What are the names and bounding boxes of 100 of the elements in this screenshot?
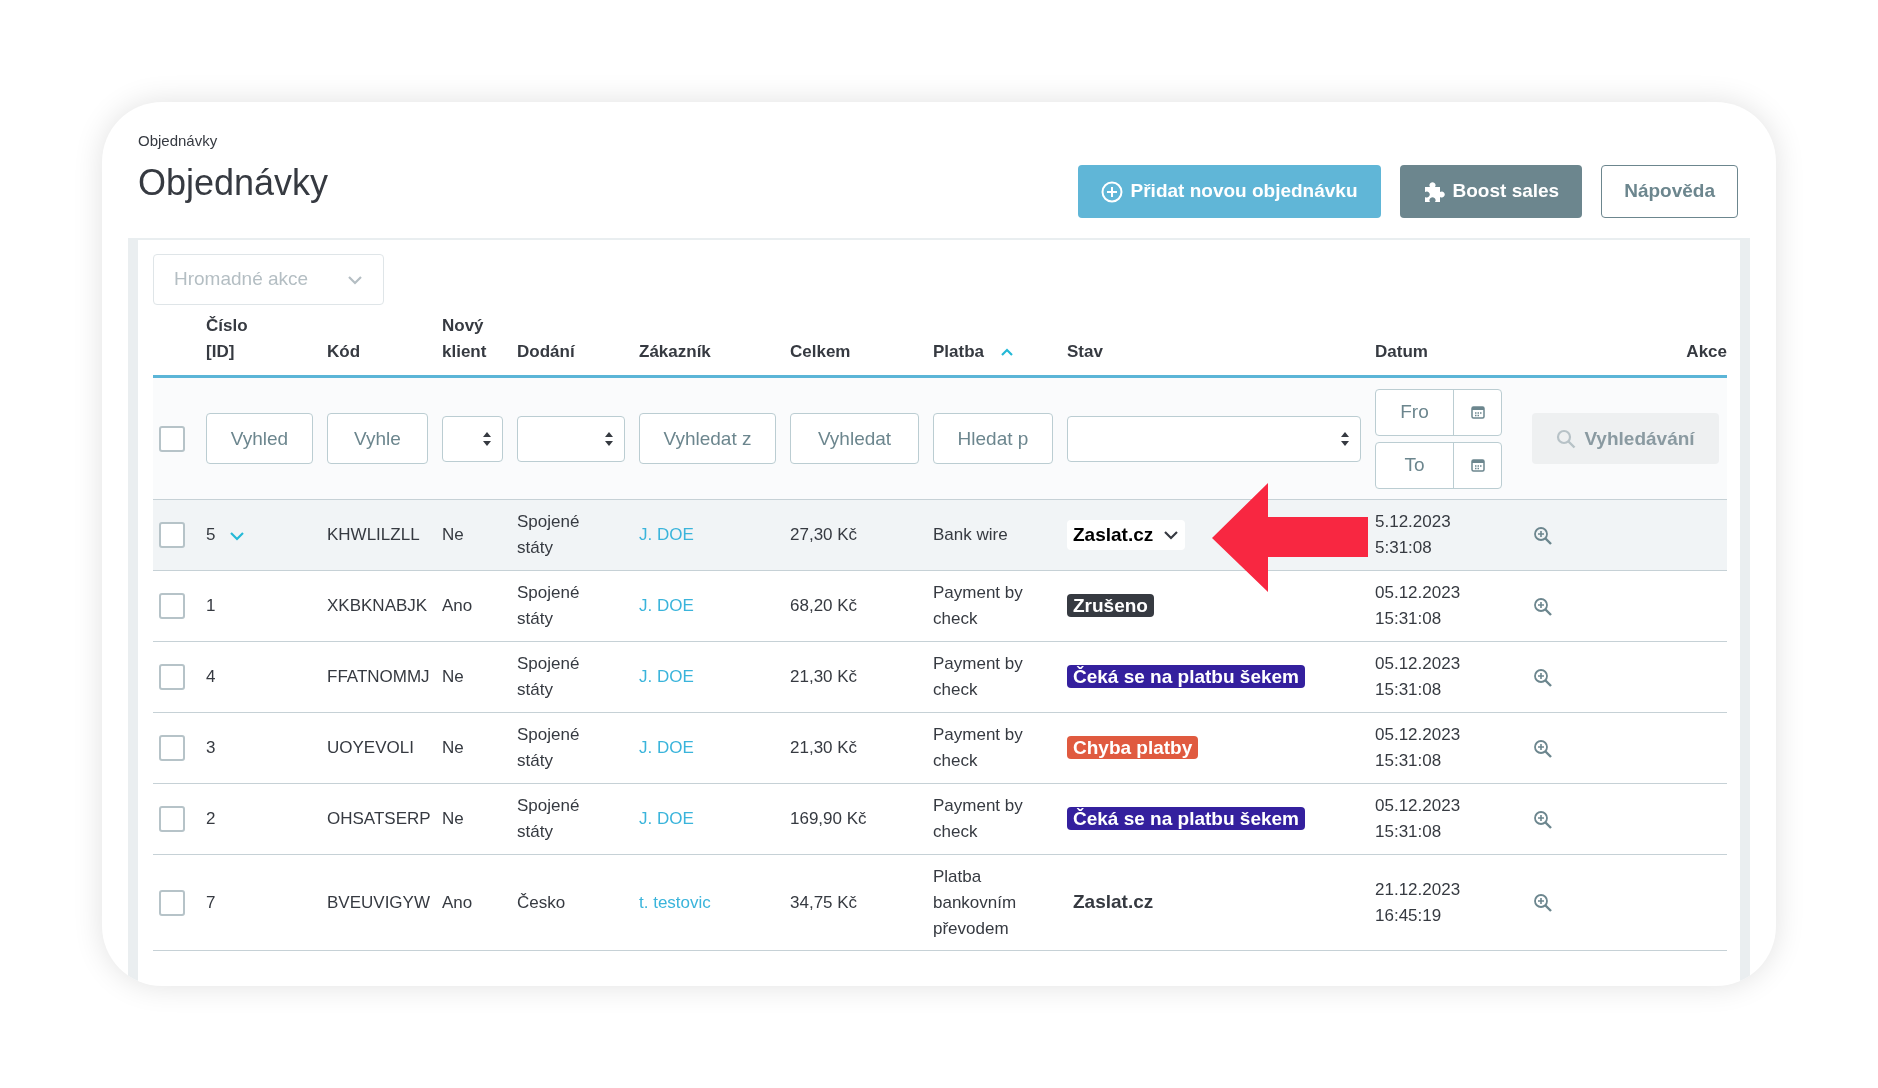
- delivery-country: Spojené státy: [517, 653, 581, 701]
- payment-method: Bank wire: [933, 524, 1009, 546]
- row-checkbox[interactable]: [159, 593, 185, 620]
- new-client-value: Ne: [442, 667, 464, 686]
- order-id: 1: [206, 596, 216, 615]
- order-time: 15:31:08: [1375, 679, 1443, 701]
- column-header: Nový klient: [442, 315, 488, 363]
- customer-link[interactable]: J. DOE: [639, 809, 694, 828]
- sort-ascending-icon[interactable]: [1000, 348, 1015, 357]
- status-badge: Čeká se na platbu šekem: [1067, 664, 1305, 688]
- select-arrows-icon: [1340, 430, 1350, 447]
- delivery-country: Spojené státy: [517, 511, 581, 559]
- payment-method: Payment by check: [933, 724, 1024, 772]
- filter-field[interactable]: Hledat p: [933, 413, 1053, 464]
- breadcrumb[interactable]: Objednávky: [138, 130, 1740, 153]
- order-total: 21,30 Kč: [790, 738, 858, 757]
- calendar-icon[interactable]: [1470, 405, 1485, 419]
- payment-method: Platba bankovním převodem: [933, 865, 1018, 940]
- delivery-country: Spojené státy: [517, 795, 581, 843]
- delivery-country: Česko: [517, 891, 567, 914]
- plus-circle-icon: [1100, 180, 1123, 203]
- filter-field[interactable]: Vyhledat: [790, 413, 919, 464]
- new-client-value: Ne: [442, 809, 464, 828]
- order-code: XKBKNABJK: [327, 595, 429, 617]
- date-field[interactable]: Fro: [1375, 388, 1502, 436]
- add-order-button[interactable]: Přidat novou objednávku: [1077, 165, 1381, 218]
- status-dropdown[interactable]: Zaslat.cz: [1067, 520, 1186, 550]
- order-code: FFATNOMMJ: [327, 666, 431, 688]
- filter-field[interactable]: Vyhle: [327, 413, 428, 464]
- column-header: Celkem: [790, 341, 851, 363]
- order-code: OHSATSERP: [327, 808, 432, 830]
- order-id: 2: [206, 809, 216, 828]
- search-icon: [1556, 428, 1577, 449]
- column-header: Zákazník: [639, 341, 711, 363]
- order-total: 34,75 Kč: [790, 892, 858, 912]
- filter-select[interactable]: [442, 415, 503, 462]
- filter-field[interactable]: Vyhledat z: [639, 413, 776, 464]
- column-header: Dodání: [517, 341, 575, 363]
- status-text: Zaslat.cz: [1072, 891, 1154, 912]
- row-checkbox[interactable]: [159, 806, 185, 833]
- order-date: 05.12.2023: [1375, 582, 1462, 604]
- status-badge: Chyba platby: [1067, 735, 1199, 759]
- status-badge: Čeká se na platbu šekem: [1067, 806, 1305, 830]
- order-id: 4: [206, 667, 216, 686]
- order-time: 5:31:08: [1375, 537, 1433, 559]
- column-header: Kód: [327, 341, 361, 363]
- zoom-in-icon[interactable]: [1533, 596, 1553, 617]
- filter-select[interactable]: [517, 415, 625, 462]
- column-header: Číslo [ID]: [206, 315, 249, 363]
- zoom-in-icon[interactable]: [1533, 525, 1553, 546]
- filter-field[interactable]: Vyhled: [206, 413, 313, 464]
- column-header[interactable]: Platba: [933, 339, 985, 365]
- order-id: 5: [206, 525, 216, 544]
- customer-link[interactable]: J. DOE: [639, 667, 694, 686]
- column-header: Akce: [1686, 341, 1727, 363]
- order-date: 21.12.2023: [1375, 878, 1462, 901]
- zoom-in-icon[interactable]: [1533, 809, 1553, 830]
- column-header: Stav: [1067, 341, 1103, 363]
- order-time: 15:31:08: [1375, 750, 1443, 772]
- customer-link[interactable]: t. testovic: [639, 892, 711, 912]
- puzzle-icon: [1422, 180, 1445, 203]
- boost-sales-button[interactable]: Boost sales: [1399, 165, 1583, 218]
- new-client-value: Ne: [442, 738, 464, 757]
- select-arrows-icon: [482, 430, 492, 447]
- chevron-down-icon: [347, 274, 363, 285]
- zoom-in-icon[interactable]: [1533, 893, 1553, 913]
- new-client-value: Ano: [442, 596, 473, 615]
- order-total: 27,30 Kč: [790, 525, 858, 544]
- date-field[interactable]: To: [1375, 441, 1502, 489]
- customer-link[interactable]: J. DOE: [639, 596, 694, 615]
- select-all-checkbox[interactable]: [159, 425, 185, 452]
- highlighted-row[interactable]: 5 KHWLILZLL Ne Spojené státy J. DOE 27,30 Kč Bank wire Zaslat.cz 5.12.2023 5:31:08: [153, 499, 1727, 571]
- payment-method: Payment by check: [933, 582, 1024, 630]
- order-code: BVEUVIGYW: [327, 891, 431, 914]
- order-code: UOYEVOLI: [327, 737, 415, 759]
- row-checkbox[interactable]: [159, 735, 185, 762]
- page-title: Objednávky: [138, 160, 329, 204]
- filter-select[interactable]: [1067, 415, 1361, 462]
- expand-chevron-icon: [229, 530, 246, 541]
- order-time: 16:45:19: [1375, 904, 1443, 927]
- order-total: 169,90 Kč: [790, 809, 867, 828]
- customer-link[interactable]: J. DOE: [639, 525, 694, 544]
- help-button[interactable]: Nápověda: [1601, 165, 1738, 218]
- order-date: 05.12.2023: [1375, 795, 1462, 817]
- column-header: Datum: [1375, 341, 1428, 363]
- order-total: 68,20 Kč: [790, 596, 858, 615]
- order-total: 21,30 Kč: [790, 667, 858, 686]
- row-checkbox[interactable]: [159, 889, 185, 916]
- payment-method: Payment by check: [933, 795, 1024, 843]
- customer-link[interactable]: J. DOE: [639, 738, 694, 757]
- new-client-value: Ano: [442, 892, 473, 912]
- order-time: 15:31:08: [1375, 821, 1443, 843]
- row-checkbox[interactable]: [159, 522, 185, 549]
- status-badge: Zrušeno: [1067, 593, 1154, 617]
- row-checkbox[interactable]: [159, 664, 185, 691]
- zoom-in-icon[interactable]: [1533, 667, 1553, 688]
- calendar-icon[interactable]: [1470, 458, 1485, 472]
- zoom-in-icon[interactable]: [1533, 738, 1553, 759]
- order-id: 7: [206, 892, 216, 912]
- order-date: 05.12.2023: [1375, 724, 1462, 746]
